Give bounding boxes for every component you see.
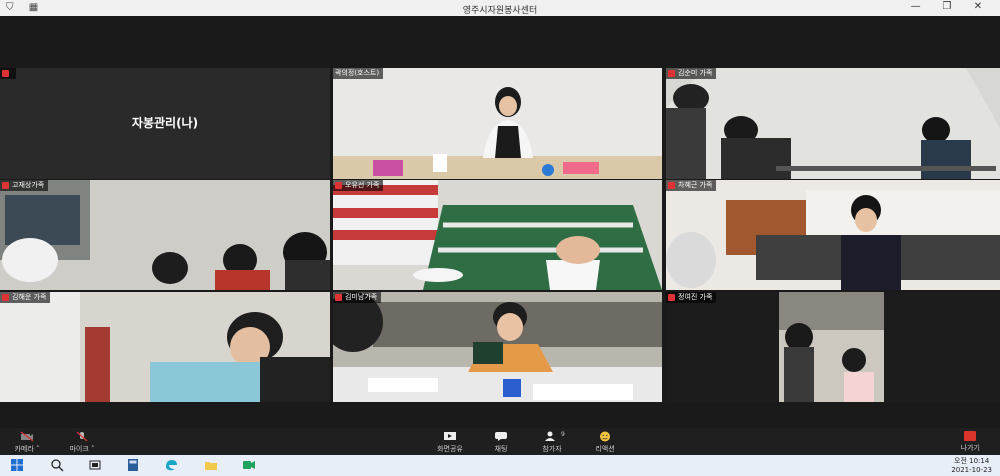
chevron-up-icon[interactable]: ˄ [36,445,40,453]
video-feed [333,180,662,290]
video-tile-participant[interactable]: 정여진 가족 [666,292,1000,402]
participant-name-tag: 차혜근 가족 [666,180,717,191]
self-name-label: 자봉관리(나) [131,116,199,130]
video-tile-host[interactable]: 곽의정(호스트) [333,68,662,179]
participants-button[interactable]: 9 참가자 [536,431,568,454]
smiley-icon [600,431,610,442]
share-screen-icon [444,432,456,440]
video-feed [666,180,1000,290]
participant-name-tag: 정여진 가족 [666,292,717,303]
muted-mic-icon [2,69,9,77]
video-meeting-app-icon[interactable] [242,458,256,472]
meeting-toolbar: 카메라 ˄ 마이크 ˄ 화면공유 채팅 9 참가자 리액션 나가기 [0,428,1000,455]
video-feed [779,292,884,402]
video-tile-self[interactable]: 자봉관리(나) [0,68,330,179]
close-button[interactable]: ✕ [964,1,992,12]
window-title-bar: ⛉ ▦ 영주시자원봉사센터 — ❐ ✕ [0,0,1000,16]
clock-time: 오전 10:14 [954,457,990,465]
muted-mic-icon [335,293,342,301]
share-screen-button[interactable]: 화면공유 [432,431,468,454]
participants-icon [545,431,555,441]
video-tile-participant[interactable]: 김미남가족 [333,292,662,402]
clock-date: 2021-10-23 [951,466,992,474]
video-tile-participant[interactable]: 김해운 가족 [0,292,330,402]
video-feed [666,68,1000,179]
participant-name-tag: 곽의정(호스트) [333,68,384,79]
video-feed [333,292,662,402]
leave-icon [964,431,977,441]
camera-off-icon [20,431,34,442]
muted-mic-icon [668,293,675,301]
self-mute-tag [0,68,16,79]
task-view-icon[interactable] [88,458,102,472]
video-tile-participant[interactable]: 고재상가족 [0,180,330,290]
camera-button[interactable]: 카메라 ˄ [12,431,42,454]
file-explorer-icon[interactable] [204,458,218,472]
chat-icon [495,432,507,441]
muted-mic-icon [668,69,675,77]
muted-mic-icon [668,181,675,189]
window-controls: — ❐ ✕ [902,1,992,12]
participant-name-tag: 고재상가족 [0,180,49,191]
video-gallery: 자봉관리(나) 곽의정(호스트) 김순미 가족 고재상가족 오유선 가족 차혜근… [0,16,1000,428]
restore-button[interactable]: ❐ [933,1,961,12]
search-icon[interactable] [50,458,64,472]
edge-browser-icon[interactable] [164,458,178,472]
video-tile-participant[interactable]: 김순미 가족 [666,68,1000,179]
window-title: 영주시자원봉사센터 [462,6,538,16]
video-feed [333,68,662,179]
calculator-icon[interactable] [126,458,140,472]
participant-name-tag: 김미남가족 [333,292,382,303]
system-clock[interactable]: 오전 10:14 2021-10-23 [951,457,992,475]
video-feed [0,292,330,402]
video-tile-participant[interactable]: 차혜근 가족 [666,180,1000,290]
windows-start-icon[interactable] [10,458,24,472]
os-taskbar: 오전 10:14 2021-10-23 [0,455,1000,476]
muted-mic-icon [2,181,9,189]
chevron-up-icon[interactable]: ˄ [91,445,95,453]
participant-name-tag: 김순미 가족 [666,68,717,79]
minimize-button[interactable]: — [902,1,930,12]
video-feed [0,180,330,290]
mic-off-icon [76,431,88,442]
participant-name-tag: 김해운 가족 [0,292,51,303]
participants-count: 9 [561,431,565,438]
chat-button[interactable]: 채팅 [488,431,514,454]
muted-mic-icon [2,293,9,301]
muted-mic-icon [335,181,342,189]
participant-name-tag: 오유선 가족 [333,180,384,191]
reaction-button[interactable]: 리액션 [590,431,620,454]
video-tile-participant[interactable]: 오유선 가족 [333,180,662,290]
mic-button[interactable]: 마이크 ˄ [67,431,97,454]
leave-button[interactable]: 나가기 [961,431,980,453]
